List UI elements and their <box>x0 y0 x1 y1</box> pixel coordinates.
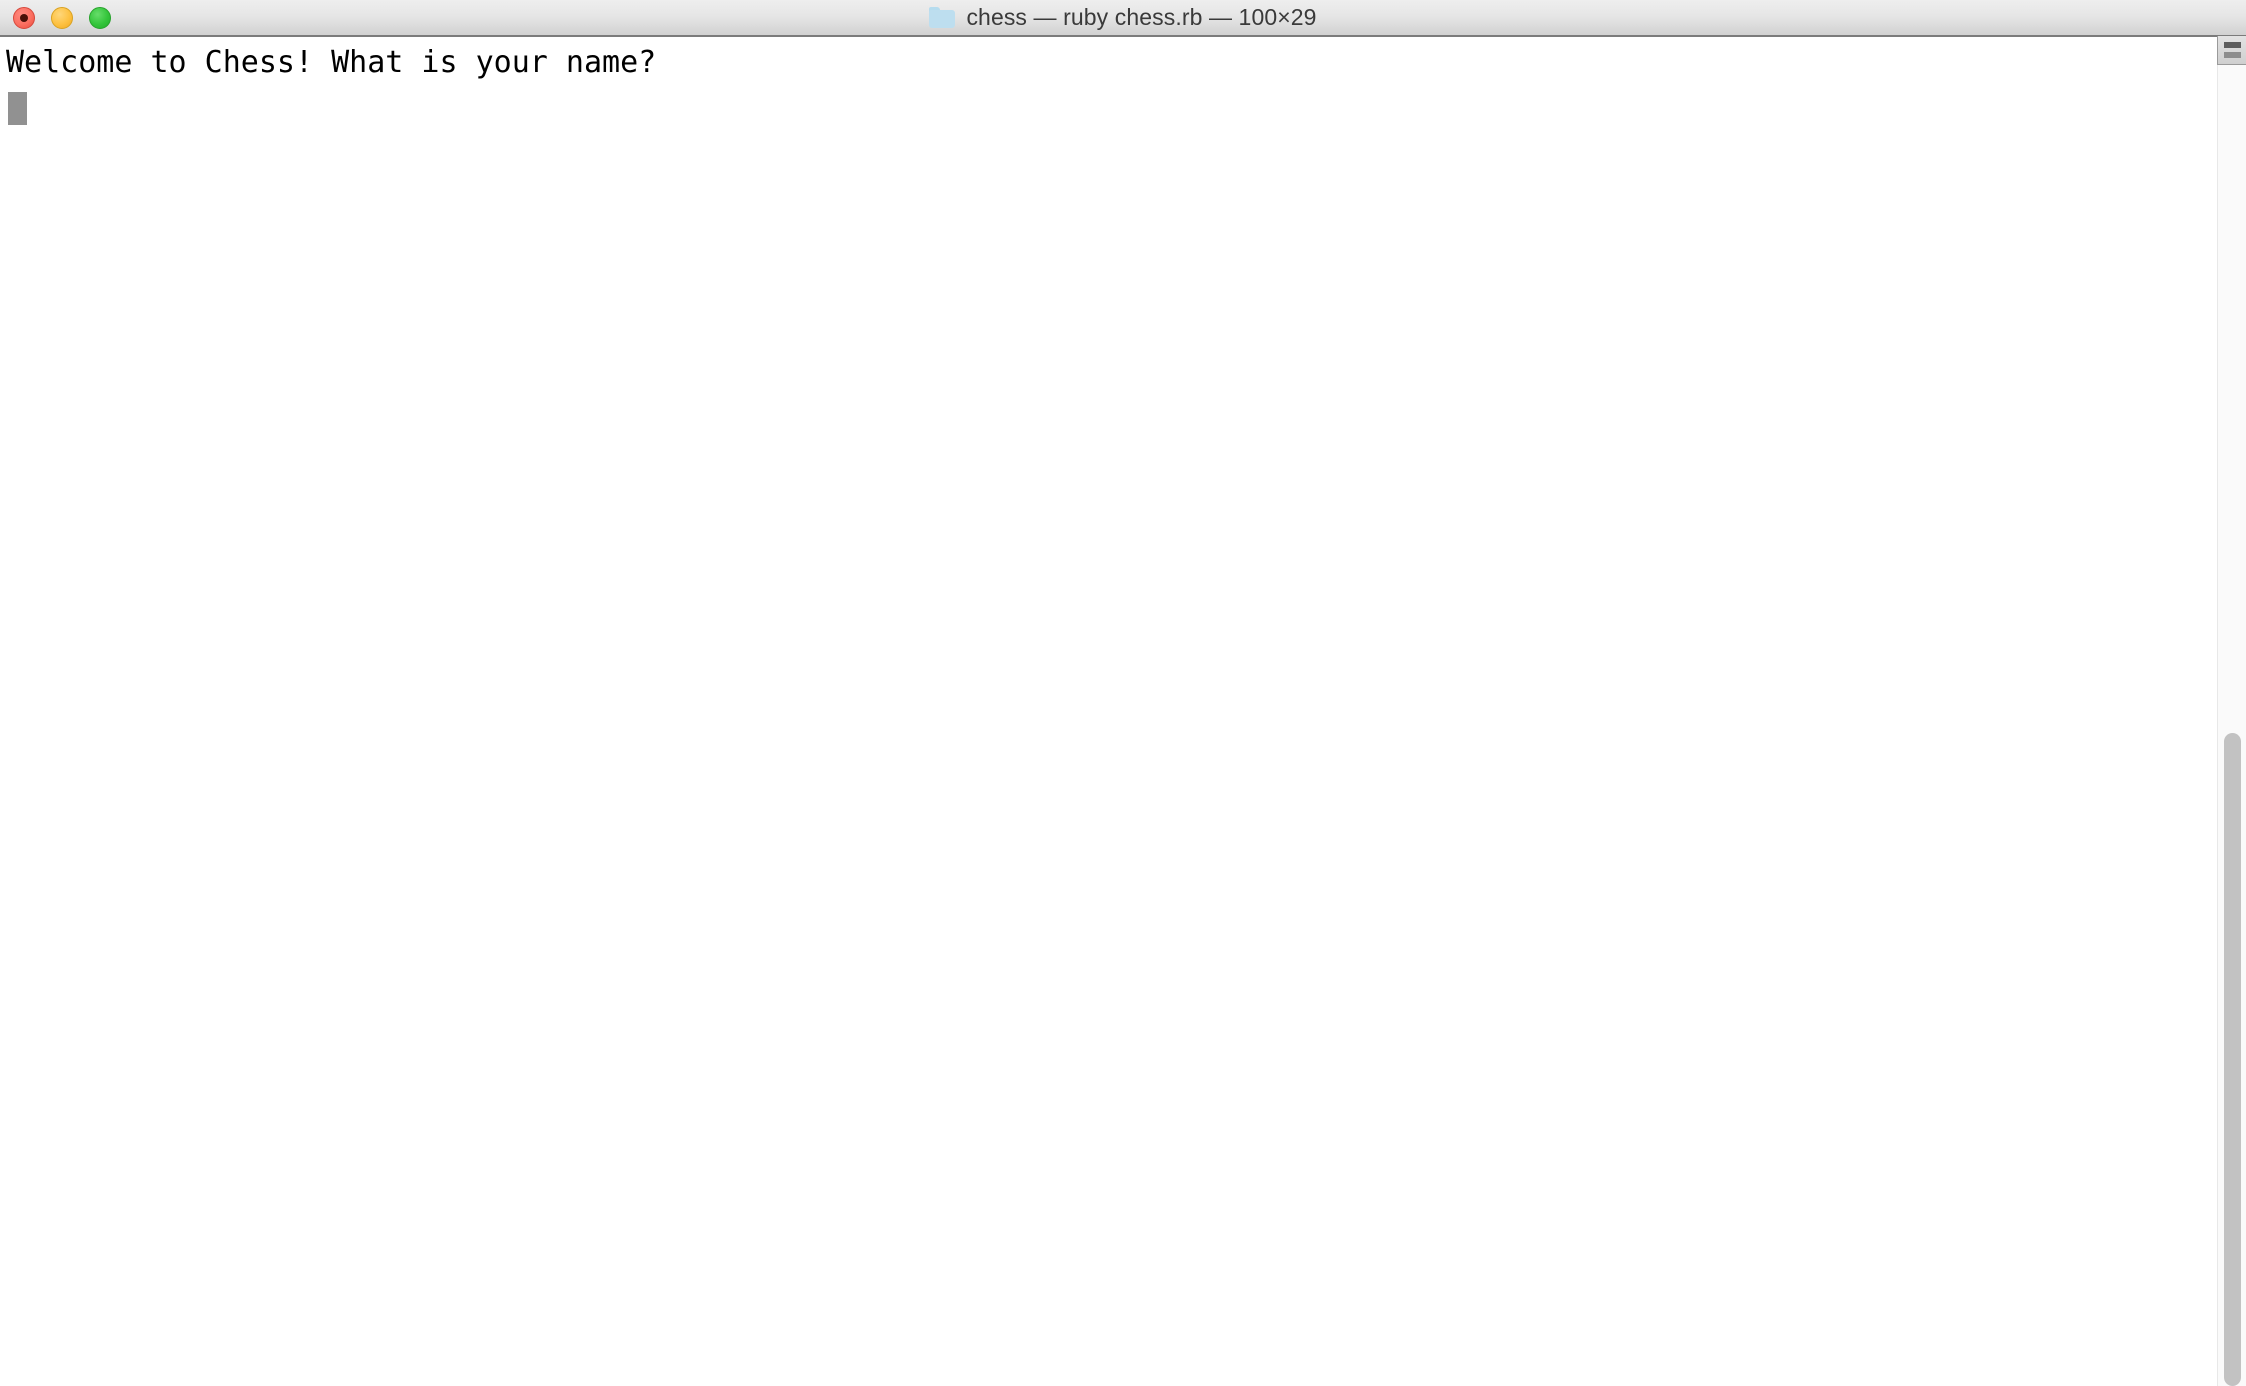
split-pane-icon <box>2223 42 2241 58</box>
vertical-scrollbar[interactable] <box>2217 37 2246 1386</box>
close-button[interactable] <box>13 7 35 29</box>
terminal-line-1: Welcome to Chess! What is your name? <box>6 45 657 80</box>
window-title: chess — ruby chess.rb — 100×29 <box>966 4 1317 30</box>
zoom-button[interactable] <box>89 7 111 29</box>
terminal-cursor <box>8 92 27 125</box>
folder-icon <box>929 7 956 28</box>
window-title-block: chess — ruby chess.rb — 100×29 <box>0 0 2246 35</box>
window-titlebar[interactable]: chess — ruby chess.rb — 100×29 <box>0 0 2246 37</box>
minimize-button[interactable] <box>51 7 73 29</box>
terminal-output-area[interactable]: Welcome to Chess! What is your name? <box>0 37 2217 1386</box>
terminal-window: chess — ruby chess.rb — 100×29 Welcome t… <box>0 0 2246 1386</box>
split-pane-button[interactable] <box>2217 36 2246 65</box>
window-controls <box>13 7 111 29</box>
scrollbar-thumb[interactable] <box>2224 733 2241 1386</box>
